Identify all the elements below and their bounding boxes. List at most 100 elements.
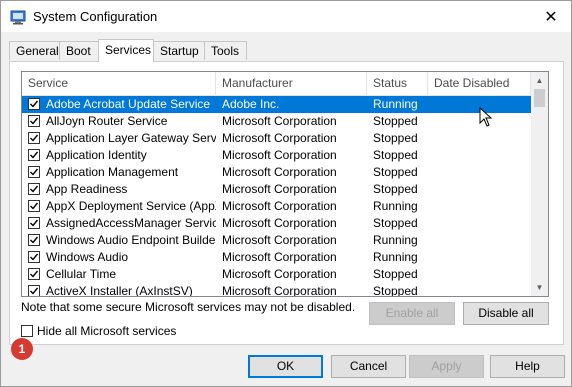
service-name-cell: Windows Audio Endpoint Builder [46,233,216,247]
status-cell: Running [373,250,418,264]
vertical-scrollbar[interactable]: ▲ ▼ [531,72,548,296]
service-name-cell: Application Management [46,165,179,179]
service-name-cell: Application Identity [46,148,147,162]
table-row[interactable]: Windows Audio Endpoint Builder Microsoft … [22,232,531,249]
date-disabled-cell [434,283,529,296]
tab-general[interactable]: General [9,41,60,60]
service-checkbox[interactable] [28,234,40,246]
checkmark-icon [30,202,39,210]
date-disabled-cell [434,249,529,266]
checkmark-icon [30,117,39,125]
manufacturer-cell: Microsoft Corporation [222,182,337,196]
checkmark-icon [30,219,39,227]
date-disabled-cell [434,198,529,215]
checkmark-icon [30,168,39,176]
status-cell: Running [373,233,418,247]
table-row[interactable]: Application Layer Gateway Service Microso… [22,130,531,147]
table-row[interactable]: AssignedAccessManager Service Microsoft C… [22,215,531,232]
service-checkbox[interactable] [28,268,40,280]
ok-button[interactable]: OK [248,355,323,378]
service-checkbox[interactable] [28,166,40,178]
mouse-pointer-icon [479,107,493,127]
manufacturer-cell: Microsoft Corporation [222,148,337,162]
status-cell: Running [373,97,418,111]
tab-boot[interactable]: Boot [59,41,99,60]
date-disabled-cell [434,181,529,198]
date-disabled-cell [434,266,529,283]
status-cell: Running [373,199,418,213]
checkmark-icon [30,100,39,108]
service-name-cell: Adobe Acrobat Update Service [46,97,211,111]
status-cell: Stopped [373,182,418,196]
service-name-cell: AssignedAccessManager Service [46,216,216,230]
table-row[interactable]: Application Management Microsoft Corporat… [22,164,531,181]
column-header-date-disabled[interactable]: Date Disabled [428,72,531,95]
table-row[interactable]: AppX Deployment Service (AppX... Microsof… [22,198,531,215]
service-name-cell: App Readiness [46,182,128,196]
scroll-thumb[interactable] [534,89,545,107]
table-row[interactable]: Application Identity Microsoft Corporatio… [22,147,531,164]
status-cell: Stopped [373,284,418,297]
manufacturer-cell: Microsoft Corporation [222,233,337,247]
manufacturer-cell: Microsoft Corporation [222,267,337,281]
manufacturer-cell: Microsoft Corporation [222,250,337,264]
service-checkbox[interactable] [28,149,40,161]
step-badge: 1 [11,338,33,360]
manufacturer-cell: Microsoft Corporation [222,216,337,230]
scroll-down-arrow-icon[interactable]: ▼ [531,279,548,296]
column-header-status[interactable]: Status [367,72,428,95]
manufacturer-cell: Microsoft Corporation [222,131,337,145]
enable-all-button[interactable]: Enable all [369,302,455,325]
status-cell: Stopped [373,131,418,145]
date-disabled-cell [434,232,529,249]
table-row[interactable]: Cellular Time Microsoft Corporation Stoppe… [22,266,531,283]
table-row[interactable]: Windows Audio Microsoft Corporation Runnin… [22,249,531,266]
help-button[interactable]: Help [490,355,565,378]
status-cell: Stopped [373,216,418,230]
date-disabled-cell [434,147,529,164]
column-header-manufacturer[interactable]: Manufacturer [216,72,367,95]
checkmark-icon [30,253,39,261]
tab-services[interactable]: Services [98,39,154,62]
system-configuration-icon [10,10,26,25]
services-list[interactable]: Service Manufacturer Status Date Disable… [21,71,549,297]
window-title: System Configuration [33,9,158,24]
service-name-cell: Cellular Time [46,267,117,281]
service-name-cell: ActiveX Installer (AxInstSV) [46,284,193,297]
service-checkbox[interactable] [28,132,40,144]
service-checkbox[interactable] [28,251,40,263]
service-checkbox[interactable] [28,217,40,229]
service-checkbox[interactable] [28,115,40,127]
tab-tools[interactable]: Tools [204,41,247,60]
manufacturer-cell: Microsoft Corporation [222,165,337,179]
manufacturer-cell: Microsoft Corporation [222,284,337,297]
apply-button[interactable]: Apply [409,355,484,378]
service-checkbox[interactable] [28,98,40,110]
service-name-cell: Windows Audio [46,250,129,264]
hide-microsoft-services-label[interactable]: Hide all Microsoft services [37,324,176,338]
checkmark-icon [30,270,39,278]
hide-microsoft-services-checkbox[interactable] [21,325,33,337]
service-name-cell: Application Layer Gateway Service [46,131,216,145]
service-checkbox[interactable] [28,183,40,195]
column-header-service[interactable]: Service [22,72,216,95]
service-name-cell: AppX Deployment Service (AppX... [46,199,216,213]
status-cell: Stopped [373,148,418,162]
table-row[interactable]: Adobe Acrobat Update Service Adobe Inc. Ru… [22,96,531,113]
table-row[interactable]: App Readiness Microsoft Corporation Stoppe… [22,181,531,198]
service-checkbox[interactable] [28,200,40,212]
close-button[interactable]: ✕ [531,1,571,32]
disable-all-button[interactable]: Disable all [463,302,549,325]
checkmark-icon [30,134,39,142]
tab-startup[interactable]: Startup [153,41,205,60]
status-cell: Stopped [373,267,418,281]
status-cell: Stopped [373,114,418,128]
table-row[interactable]: AllJoyn Router Service Microsoft Corporat… [22,113,531,130]
service-checkbox[interactable] [28,285,40,296]
cancel-button[interactable]: Cancel [331,355,406,378]
date-disabled-cell [434,215,529,232]
scroll-up-arrow-icon[interactable]: ▲ [531,72,548,89]
table-row[interactable]: ActiveX Installer (AxInstSV) Microsoft Co… [22,283,531,297]
list-header: Service Manufacturer Status Date Disable… [22,72,531,96]
checkmark-icon [30,236,39,244]
